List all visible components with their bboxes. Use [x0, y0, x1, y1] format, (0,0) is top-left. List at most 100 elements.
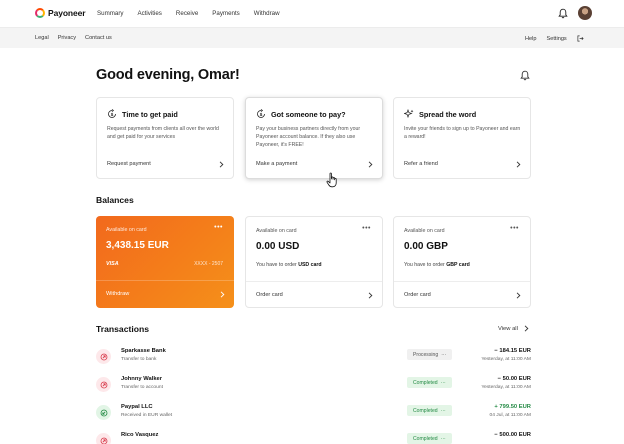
- chevron-right-icon: [368, 161, 373, 168]
- transaction-amount: − 50.00 EUR: [497, 376, 531, 382]
- promo-description: Request payments from clients all over t…: [107, 126, 219, 141]
- balance-card-usd[interactable]: Available on card ••• 0.00 USD You have …: [245, 216, 383, 308]
- promo-card-get-paid[interactable]: $ Time to get paid Request payments from…: [96, 97, 234, 179]
- balance-amount: 0.00 GBP: [404, 241, 448, 252]
- status-badge: Completed ···: [407, 433, 452, 444]
- balances-title: Balances: [96, 195, 134, 205]
- notifications-bell-icon[interactable]: [520, 70, 530, 81]
- balance-card-gbp[interactable]: Available on card ••• 0.00 GBP You have …: [393, 216, 531, 308]
- promo-title: Got someone to pay?: [271, 109, 346, 119]
- divider: [246, 281, 382, 282]
- logo-ring-icon: [35, 8, 45, 18]
- divider: [394, 281, 530, 282]
- payoneer-logo[interactable]: Payoneer: [35, 8, 86, 18]
- privacy-link[interactable]: Privacy: [58, 35, 76, 41]
- order-card-link[interactable]: Order card: [404, 292, 431, 298]
- page-title: Good evening, Omar!: [96, 67, 240, 83]
- settings-link[interactable]: Settings: [547, 36, 567, 42]
- outgoing-transfer-icon: [96, 433, 111, 444]
- nav-payments[interactable]: Payments: [212, 10, 240, 17]
- svg-text:$: $: [260, 112, 263, 117]
- promo-card-spread-word[interactable]: Spread the word Invite your friends to s…: [393, 97, 531, 179]
- outgoing-transfer-icon: [96, 377, 111, 392]
- dollar-refresh-icon: $: [108, 109, 116, 118]
- promo-title: Time to get paid: [122, 109, 178, 119]
- more-options-icon[interactable]: •••: [362, 225, 371, 232]
- refer-friend-link[interactable]: Refer a friend: [404, 161, 438, 167]
- balance-note: You have to order GBP card: [404, 262, 470, 268]
- nav-activities[interactable]: Activities: [137, 10, 161, 17]
- contact-link[interactable]: Contact us: [85, 35, 112, 41]
- chevron-right-icon: [220, 291, 225, 298]
- table-row[interactable]: Rico Vasquez Completed ··· − 500.00 EUR: [96, 429, 531, 444]
- promo-header: Spread the word: [404, 109, 476, 119]
- balance-label: Available on card: [106, 227, 147, 233]
- request-payment-link[interactable]: Request payment: [107, 161, 151, 167]
- transaction-name: Sparkasse Bank: [121, 348, 166, 354]
- balance-card-eur[interactable]: Available on card ••• 3,438.15 EUR VISA …: [96, 216, 234, 308]
- user-avatar[interactable]: [578, 6, 592, 20]
- chevron-right-icon: [368, 292, 373, 299]
- chevron-right-icon: [219, 161, 224, 168]
- transaction-name: Paypal LLC: [121, 404, 153, 410]
- svg-text:$: $: [111, 112, 114, 117]
- promo-header: $ Got someone to pay?: [256, 109, 346, 119]
- more-options-icon[interactable]: •••: [510, 225, 519, 232]
- balance-note: You have to order USD card: [256, 262, 322, 268]
- view-all-label: View all: [498, 325, 518, 332]
- transaction-description: Transfer to account: [121, 385, 163, 390]
- chevron-right-icon: [516, 161, 521, 168]
- nav-withdraw[interactable]: Withdraw: [254, 10, 280, 17]
- promo-title: Spread the word: [419, 109, 477, 119]
- notification-bell-icon[interactable]: [558, 8, 568, 19]
- make-payment-link[interactable]: Make a payment: [256, 161, 297, 167]
- nav-summary[interactable]: Summary: [97, 10, 123, 17]
- chevron-right-icon: [524, 325, 529, 332]
- status-badge: Processing ···: [407, 349, 453, 360]
- logo-text: Payoneer: [48, 8, 86, 18]
- transaction-description: Received in EUR wallet: [121, 413, 173, 418]
- promo-description: Pay your business partners directly from…: [256, 126, 361, 149]
- status-badge: Completed ···: [407, 405, 452, 416]
- more-options-icon[interactable]: •••: [214, 224, 223, 231]
- footer-links: Legal Privacy Contact us: [35, 35, 112, 41]
- balance-amount: 3,438.15 EUR: [106, 240, 169, 251]
- transaction-time: Yesterday, at 11:00 AM: [481, 357, 531, 362]
- logout-icon[interactable]: [577, 35, 584, 42]
- chevron-right-icon: [516, 292, 521, 299]
- table-row[interactable]: Johnny Walker Transfer to account Comple…: [96, 373, 531, 401]
- view-all-link[interactable]: View all: [498, 325, 529, 332]
- status-badge: Completed ···: [407, 377, 452, 388]
- hand-cursor-icon: [326, 172, 337, 188]
- promo-card-pay-someone[interactable]: $ Got someone to pay? Pay your business …: [245, 97, 383, 179]
- divider: [96, 280, 234, 281]
- promo-description: Invite your friends to sign up to Payone…: [404, 126, 521, 141]
- top-nav: Payoneer Summary Activities Receive Paym…: [0, 0, 624, 28]
- utility-links: Help Settings: [525, 35, 584, 42]
- outgoing-transfer-icon: [96, 349, 111, 364]
- transaction-amount: − 184.15 EUR: [494, 348, 531, 354]
- transaction-amount: + 799.50 EUR: [494, 404, 531, 410]
- transaction-name: Johnny Walker: [121, 376, 163, 382]
- transactions-title: Transactions: [96, 324, 150, 334]
- withdraw-link[interactable]: Withdraw: [106, 291, 129, 297]
- promo-header: $ Time to get paid: [107, 109, 178, 119]
- transaction-time: 04 Jul, at 11:00 AM: [489, 413, 531, 418]
- order-card-link[interactable]: Order card: [256, 292, 283, 298]
- transaction-time: Yesterday, at 11:00 AM: [481, 385, 531, 390]
- table-row[interactable]: Paypal LLC Received in EUR wallet Comple…: [96, 401, 531, 429]
- balance-amount: 0.00 USD: [256, 241, 300, 252]
- balance-label: Available on card: [404, 228, 445, 234]
- table-row[interactable]: Sparkasse Bank Transfer to bank Processi…: [96, 345, 531, 373]
- incoming-transfer-icon: [96, 405, 111, 420]
- main-nav: Summary Activities Receive Payments With…: [97, 10, 280, 17]
- balance-label: Available on card: [256, 228, 297, 234]
- help-link[interactable]: Help: [525, 36, 537, 42]
- nav-receive[interactable]: Receive: [176, 10, 198, 17]
- transaction-amount: − 500.00 EUR: [494, 432, 531, 438]
- transaction-name: Rico Vasquez: [121, 432, 159, 438]
- sparkle-icon: [404, 109, 414, 119]
- card-number: XXXX - 2507: [194, 261, 223, 267]
- visa-logo: VISA: [106, 261, 119, 267]
- legal-link[interactable]: Legal: [35, 35, 49, 41]
